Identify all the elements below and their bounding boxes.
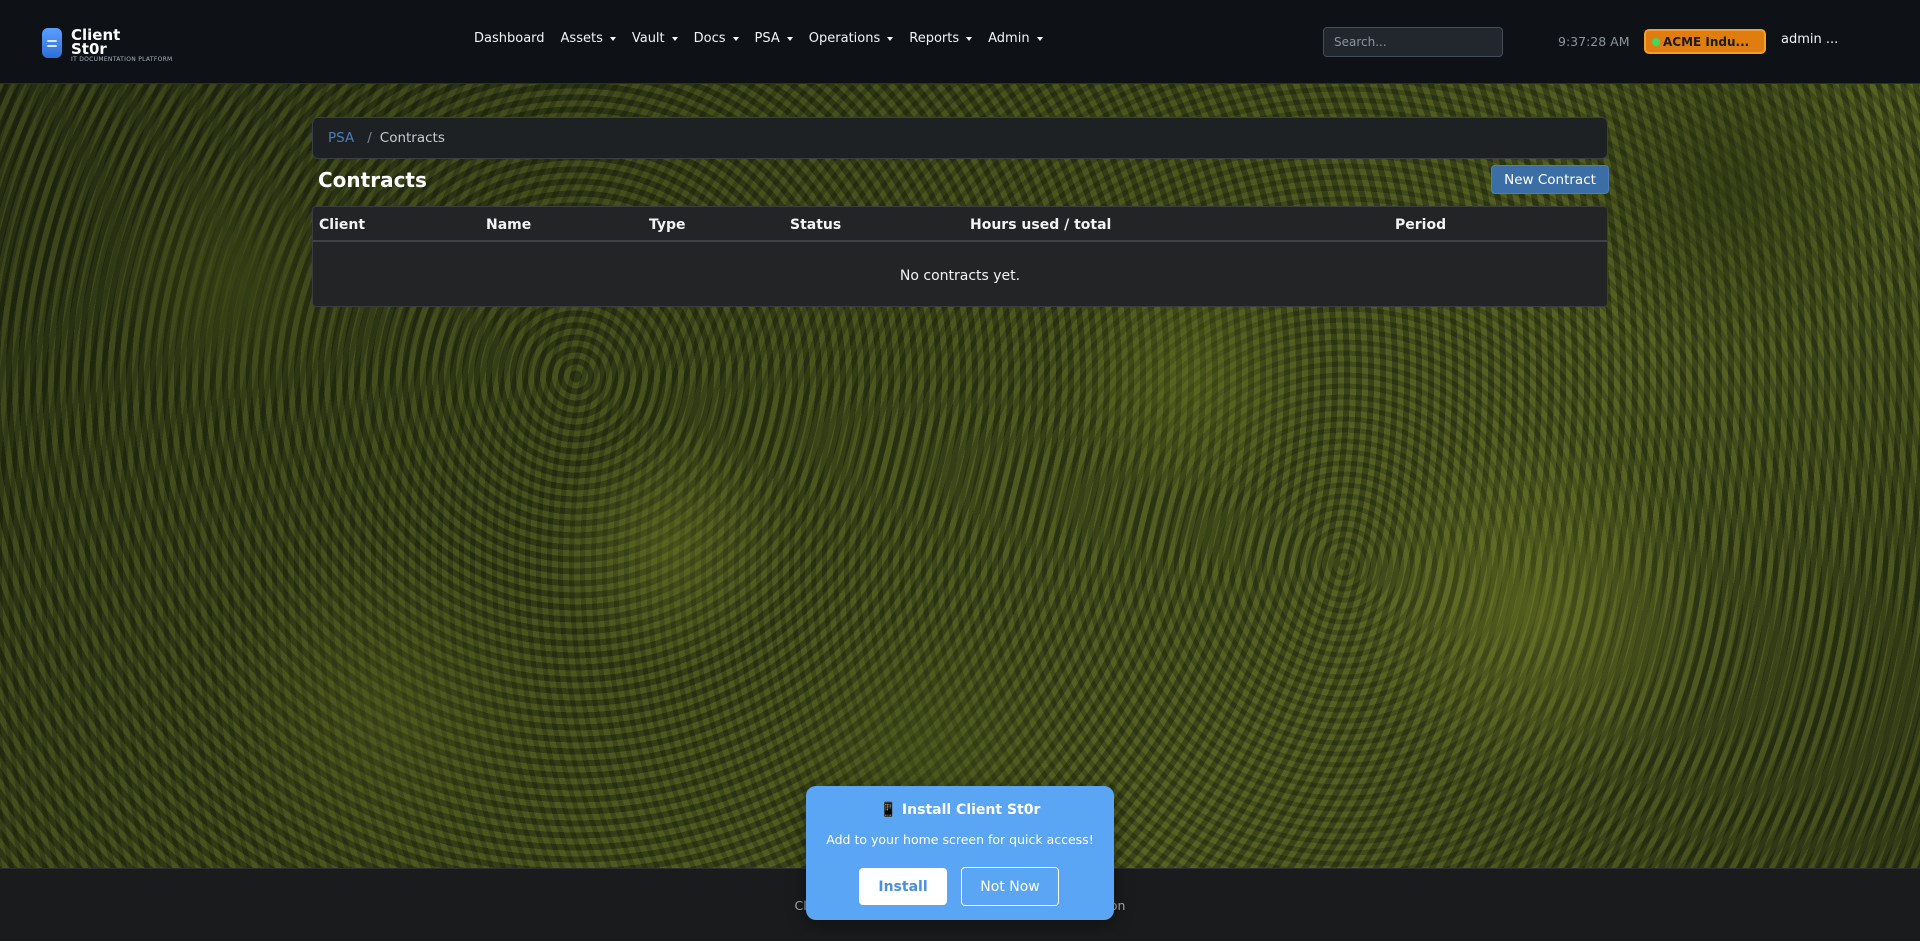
column-header-type[interactable]: Type	[649, 207, 686, 242]
column-header-status[interactable]: Status	[790, 207, 841, 242]
clock-display: 9:37:28 AM	[1558, 34, 1630, 49]
nav-label: Dashboard	[474, 31, 545, 46]
server-icon	[42, 28, 62, 58]
nav-docs[interactable]: Docs	[694, 31, 739, 46]
top-navbar: Client St0r IT DOCUMENTATION PLATFORM Da…	[0, 0, 1920, 84]
nav-label: Assets	[560, 31, 603, 46]
nav-assets[interactable]: Assets	[561, 31, 616, 46]
nav-operations[interactable]: Operations	[808, 31, 894, 46]
column-header-period[interactable]: Period	[1395, 207, 1446, 242]
search-input[interactable]	[1323, 27, 1503, 57]
nav-label: Reports	[909, 31, 960, 46]
user-menu[interactable]: admin ...	[1781, 32, 1838, 47]
column-header-client[interactable]: Client	[319, 207, 365, 242]
nav-label: Admin	[988, 31, 1030, 46]
caret-down-icon	[786, 36, 793, 41]
nav-label: PSA	[754, 31, 780, 46]
brand-logo[interactable]: Client St0r IT DOCUMENTATION PLATFORM	[42, 25, 173, 63]
caret-down-icon	[966, 36, 973, 41]
not-now-button[interactable]: Not Now	[961, 867, 1059, 906]
status-dot-icon	[1652, 37, 1660, 46]
caret-down-icon	[671, 36, 678, 41]
install-prompt-description: Add to your home screen for quick access…	[826, 832, 1094, 847]
caret-down-icon	[732, 36, 739, 41]
nav-label: Operations	[808, 31, 881, 46]
install-prompt-title: 📱 Install Client St0r	[879, 802, 1041, 818]
caret-down-icon	[609, 36, 616, 41]
breadcrumb-psa-link[interactable]: PSA	[328, 130, 354, 146]
table-header: Client Name Type Status Hours used / tot…	[313, 207, 1607, 242]
nav-label: Vault	[631, 31, 665, 46]
brand-tagline: IT DOCUMENTATION PLATFORM	[71, 55, 173, 63]
install-button[interactable]: Install	[859, 868, 947, 905]
nav-reports[interactable]: Reports	[909, 31, 973, 46]
brand-name: Client St0r	[71, 25, 121, 58]
org-switcher[interactable]: ACME Indu...	[1644, 29, 1766, 54]
breadcrumb-current: Contracts	[379, 130, 445, 146]
brand-text: Client St0r IT DOCUMENTATION PLATFORM	[71, 25, 173, 63]
caret-down-icon	[887, 36, 894, 41]
nav-dashboard[interactable]: Dashboard	[474, 31, 545, 46]
breadcrumb-separator: /	[367, 130, 372, 146]
empty-state-message: No contracts yet.	[899, 268, 1021, 284]
breadcrumb: PSA / Contracts	[312, 117, 1608, 159]
column-header-hours[interactable]: Hours used / total	[970, 207, 1111, 242]
new-contract-button[interactable]: New Contract	[1491, 165, 1609, 194]
org-name: ACME Indu...	[1663, 34, 1750, 49]
contracts-table: Client Name Type Status Hours used / tot…	[312, 206, 1608, 307]
column-header-name[interactable]: Name	[486, 207, 531, 242]
page-title: Contracts	[318, 168, 427, 192]
install-app-prompt: 📱 Install Client St0r Add to your home s…	[806, 786, 1114, 920]
nav-vault[interactable]: Vault	[632, 31, 678, 46]
caret-down-icon	[1036, 36, 1043, 41]
main-menu: Dashboard Assets Vault Docs PSA Operatio…	[474, 31, 1059, 46]
nav-label: Docs	[693, 31, 726, 46]
nav-admin[interactable]: Admin	[988, 31, 1043, 46]
nav-psa[interactable]: PSA	[755, 31, 793, 46]
